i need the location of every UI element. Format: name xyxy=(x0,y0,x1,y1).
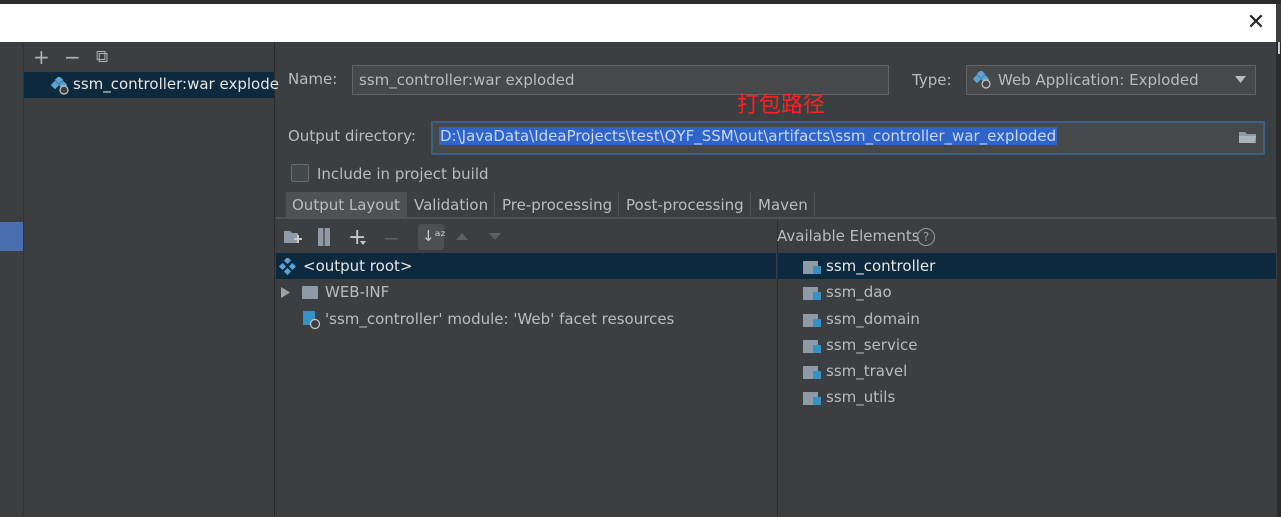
available-item-ssm-controller[interactable]: ssm_controller xyxy=(826,257,935,275)
create-directory-icon[interactable] xyxy=(284,229,302,245)
available-item-ssm-dao[interactable]: ssm_dao xyxy=(826,283,892,301)
sort-elements-button[interactable]: ↓ᵃᶻ xyxy=(418,224,446,250)
remove-element-button[interactable]: − xyxy=(383,226,400,250)
move-up-icon[interactable] xyxy=(456,233,468,240)
help-icon[interactable]: ? xyxy=(917,228,935,246)
available-elements-title: Available Elements xyxy=(777,227,920,245)
available-item-ssm-service[interactable]: ssm_service xyxy=(826,336,917,354)
folder-icon xyxy=(302,286,318,299)
annotation-text: 打包路径 xyxy=(737,93,826,118)
scrollbar[interactable] xyxy=(1278,42,1280,54)
module-folder-icon xyxy=(803,338,821,353)
available-item-ssm-travel[interactable]: ssm_travel xyxy=(826,362,907,380)
dialog-title-bar xyxy=(0,4,1276,42)
artifact-list-item[interactable]: ssm_controller:war explode xyxy=(24,72,279,98)
available-item-ssm-domain[interactable]: ssm_domain xyxy=(826,310,920,328)
move-down-icon[interactable] xyxy=(489,233,501,240)
artifact-label: ssm_controller:war explode xyxy=(73,75,279,93)
output-root-icon xyxy=(279,258,296,275)
web-artifact-icon xyxy=(973,71,991,89)
module-folder-icon xyxy=(803,390,821,405)
type-select[interactable]: Web Application: Exploded xyxy=(966,65,1256,95)
copy-artifact-button[interactable]: ⧉ xyxy=(96,47,108,67)
artifacts-panel xyxy=(24,42,275,517)
tab-post-processing[interactable]: Post-processing xyxy=(620,192,751,218)
tree-row-web-inf[interactable]: WEB-INF xyxy=(325,283,389,301)
tab-validation[interactable]: Validation xyxy=(408,192,496,218)
name-label: Name: xyxy=(288,70,338,88)
close-button[interactable]: ✕ xyxy=(1240,8,1272,38)
settings-sidebar xyxy=(0,42,24,517)
output-directory-label: Output directory: xyxy=(288,127,416,145)
module-folder-icon xyxy=(803,259,821,274)
remove-artifact-button[interactable]: − xyxy=(64,47,81,67)
type-value: Web Application: Exploded xyxy=(998,71,1199,89)
sort-icon: ↓ᵃᶻ xyxy=(422,227,446,245)
tab-bar: Output Layout Validation Pre-processing … xyxy=(276,192,1276,219)
module-folder-icon xyxy=(803,312,821,327)
tree-row-output-root[interactable]: <output root> xyxy=(276,253,776,279)
tab-output-layout[interactable]: Output Layout xyxy=(286,192,407,218)
chevron-down-icon xyxy=(1235,76,1246,83)
chevron-down-icon xyxy=(360,241,366,245)
available-item-ssm-utils[interactable]: ssm_utils xyxy=(826,388,895,406)
tree-label: <output root> xyxy=(303,257,413,275)
module-folder-icon xyxy=(803,364,821,379)
web-facet-icon xyxy=(303,311,321,329)
folder-browse-icon[interactable] xyxy=(1239,130,1257,144)
module-folder-icon xyxy=(803,285,821,300)
sidebar-selected-item[interactable] xyxy=(0,222,23,251)
type-label: Type: xyxy=(912,71,952,89)
include-build-checkbox[interactable] xyxy=(291,164,309,182)
output-directory-field[interactable]: D:\JavaData\IdeaProjects\test\QYF_SSM\ou… xyxy=(431,121,1265,155)
tab-pre-processing[interactable]: Pre-processing xyxy=(496,192,620,218)
create-archive-icon[interactable] xyxy=(317,228,331,246)
add-element-button[interactable]: + xyxy=(348,225,366,250)
include-build-label: Include in project build xyxy=(317,165,489,183)
output-directory-value: D:\JavaData\IdeaProjects\test\QYF_SSM\ou… xyxy=(439,127,1058,145)
add-artifact-button[interactable]: + xyxy=(33,47,50,67)
expand-arrow-icon[interactable] xyxy=(281,287,290,298)
tree-row-web-facet[interactable]: 'ssm_controller' module: 'Web' facet res… xyxy=(325,310,674,328)
tab-maven[interactable]: Maven xyxy=(752,192,815,218)
web-artifact-icon xyxy=(51,77,69,95)
